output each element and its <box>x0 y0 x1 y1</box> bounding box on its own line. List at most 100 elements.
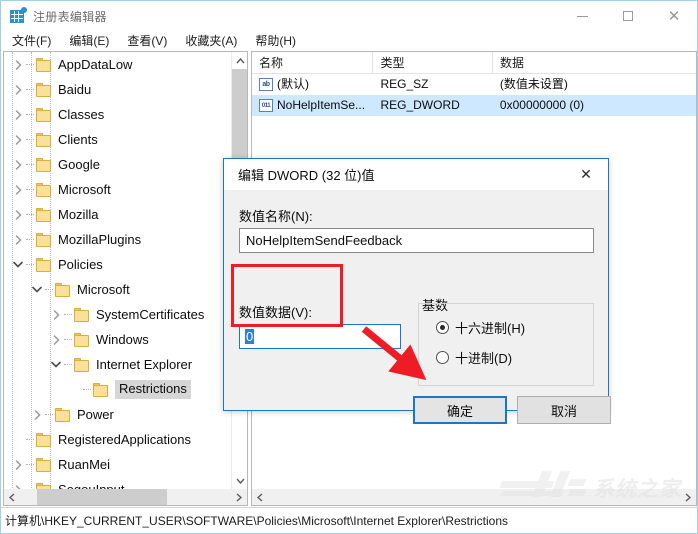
chevron-right-icon[interactable] <box>10 452 26 477</box>
menu-file[interactable]: 文件(F) <box>3 31 60 51</box>
close-button[interactable]: ✕ <box>651 1 697 31</box>
tree-node-label: Clients <box>58 131 98 147</box>
tree-node-classes[interactable]: Classes <box>4 102 233 127</box>
tree-connector <box>26 77 36 102</box>
tree-node-baidu[interactable]: Baidu <box>4 77 233 102</box>
tree-node-registeredapplications[interactable]: RegisteredApplications <box>4 427 233 452</box>
table-row[interactable]: 011 NoHelpItemSe... REG_DWORD 0x00000000 (0… <box>252 95 696 116</box>
values-scroll-left-arrow[interactable] <box>252 489 268 505</box>
tree-scroll-left-arrow[interactable] <box>4 489 20 505</box>
registry-editor-icon <box>10 7 27 24</box>
chevron-right-icon[interactable] <box>48 302 64 327</box>
ok-button[interactable]: 确定 <box>413 396 507 424</box>
value-name-label: 数值名称(N): <box>239 209 313 224</box>
window-controls: ✕ <box>559 1 697 31</box>
dialog-titlebar: 编辑 DWORD (32 位)值 ✕ <box>224 159 608 190</box>
radio-hexadecimal-icon <box>436 321 449 334</box>
maximize-button[interactable] <box>605 1 651 31</box>
tree-node-label: Internet Explorer <box>96 356 193 372</box>
chevron-right-icon[interactable] <box>10 152 26 177</box>
menu-view[interactable]: 查看(V) <box>118 31 176 51</box>
tree-node-power[interactable]: Power <box>4 402 233 427</box>
chevron-right-icon[interactable] <box>10 102 26 127</box>
folder-icon <box>74 332 91 347</box>
values-list[interactable]: ab (默认) REG_SZ (数值未设置) 011 NoHelpItemSe... REG… <box>252 74 696 116</box>
value-data-cell: (数值未设置) <box>499 77 568 91</box>
radio-decimal-icon <box>436 351 449 364</box>
tree-connector <box>26 202 36 227</box>
tree-node-microsoft[interactable]: Microsoft <box>4 177 233 202</box>
cancel-button[interactable]: 取消 <box>517 396 611 424</box>
chevron-down-icon[interactable] <box>10 252 26 277</box>
values-column-headers: 名称 类型 数据 <box>252 52 696 74</box>
menu-help[interactable]: 帮助(H) <box>246 31 305 51</box>
tree-connector <box>64 352 74 377</box>
chevron-right-icon[interactable] <box>10 127 26 152</box>
values-horizontal-scrollbar[interactable] <box>252 489 696 505</box>
dialog-close-icon[interactable]: ✕ <box>564 159 608 190</box>
column-header-type[interactable]: 类型 <box>373 52 493 73</box>
dialog-body: 数值名称(N): NoHelpItemSendFeedback 数值数据(V):… <box>224 190 611 424</box>
radio-decimal[interactable]: 十进制(D) <box>436 348 512 367</box>
chevron-right-icon[interactable] <box>48 327 64 352</box>
registry-tree-pane: AppDataLow Baidu Classes Clients Google Micro… <box>3 51 248 506</box>
tree-leaf-spacer <box>67 377 83 402</box>
tree-node-label: Google <box>58 156 100 172</box>
chevron-right-icon[interactable] <box>10 52 26 77</box>
tree-node-label: Policies <box>58 256 103 272</box>
value-name-input[interactable]: NoHelpItemSendFeedback <box>239 228 594 253</box>
value-data-input[interactable]: 0 <box>239 324 401 349</box>
radio-hexadecimal[interactable]: 十六进制(H) <box>436 318 525 337</box>
table-row[interactable]: ab (默认) REG_SZ (数值未设置) <box>252 74 696 95</box>
chevron-right-icon[interactable] <box>10 77 26 102</box>
registry-tree[interactable]: AppDataLow Baidu Classes Clients Google Micro… <box>4 52 233 490</box>
value-name-text: (默认) <box>277 77 309 91</box>
menu-edit[interactable]: 编辑(E) <box>60 31 118 51</box>
tree-connector <box>26 52 36 77</box>
statusbar: 计算机\HKEY_CURRENT_USER\SOFTWARE\Policies\… <box>1 507 697 533</box>
tree-node-systemcertificates[interactable]: SystemCertificates <box>4 302 233 327</box>
tree-node-mozillaplugins[interactable]: MozillaPlugins <box>4 227 233 252</box>
values-scroll-right-arrow[interactable] <box>680 489 696 505</box>
tree-node-mozilla[interactable]: Mozilla <box>4 202 233 227</box>
folder-icon <box>36 82 53 97</box>
dialog-title: 编辑 DWORD (32 位)值 <box>238 168 375 183</box>
tree-scroll-down-arrow[interactable] <box>232 472 247 489</box>
chevron-down-icon[interactable] <box>29 277 45 302</box>
tree-hscroll-thumb[interactable] <box>37 489 167 505</box>
tree-node-internet-explorer[interactable]: Internet Explorer <box>4 352 233 377</box>
registry-path: 计算机\HKEY_CURRENT_USER\SOFTWARE\Policies\… <box>5 514 509 528</box>
column-header-data[interactable]: 数据 <box>493 52 696 73</box>
tree-connector <box>26 177 36 202</box>
value-name-text: NoHelpItemSe... <box>277 98 366 112</box>
tree-node-microsoft[interactable]: Microsoft <box>4 277 233 302</box>
column-header-name[interactable]: 名称 <box>252 52 374 73</box>
tree-node-label: MozillaPlugins <box>58 231 142 247</box>
tree-node-label: Baidu <box>58 81 92 97</box>
tree-node-restrictions[interactable]: Restrictions <box>4 377 233 402</box>
minimize-button[interactable] <box>559 1 605 31</box>
tree-node-label: Power <box>77 406 114 422</box>
tree-node-windows[interactable]: Windows <box>4 327 233 352</box>
tree-connector <box>26 252 36 277</box>
chevron-right-icon[interactable] <box>29 402 45 427</box>
menu-favorites[interactable]: 收藏夹(A) <box>176 31 246 51</box>
tree-node-clients[interactable]: Clients <box>4 127 233 152</box>
tree-node-label: RegisteredApplications <box>58 431 191 447</box>
tree-connector <box>26 152 36 177</box>
tree-node-google[interactable]: Google <box>4 152 233 177</box>
tree-connector <box>64 302 74 327</box>
chevron-right-icon[interactable] <box>10 202 26 227</box>
chevron-right-icon[interactable] <box>10 177 26 202</box>
tree-scroll-right-arrow[interactable] <box>231 489 247 505</box>
tree-node-appdatalow[interactable]: AppDataLow <box>4 52 233 77</box>
tree-node-ruanmei[interactable]: RuanMei <box>4 452 233 477</box>
value-data-label: 数值数据(V): <box>239 305 312 320</box>
tree-scroll-up-arrow[interactable] <box>232 52 247 69</box>
tree-horizontal-scrollbar[interactable] <box>4 489 247 505</box>
window-titlebar: 注册表编辑器 ✕ <box>1 1 697 31</box>
chevron-down-icon[interactable] <box>48 352 64 377</box>
chevron-right-icon[interactable] <box>10 227 26 252</box>
tree-node-policies[interactable]: Policies <box>4 252 233 277</box>
tree-leaf-spacer <box>10 427 26 452</box>
